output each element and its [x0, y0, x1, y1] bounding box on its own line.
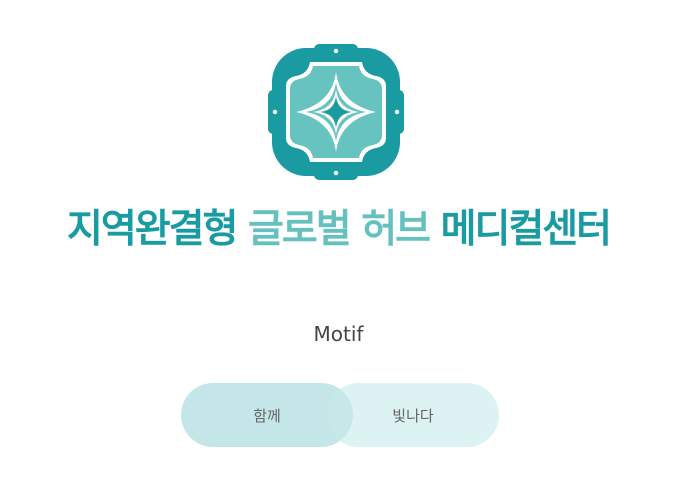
- headline-part-2: 글로벌: [248, 207, 352, 252]
- pill-together-label: 함께: [253, 406, 281, 425]
- medical-center-emblem-icon: [268, 44, 404, 180]
- motif-caption: Motif: [313, 322, 364, 346]
- headline-part-3: 허브: [361, 207, 431, 252]
- pill-shine: 빛나다: [327, 383, 499, 447]
- pill-shine-label: 빛나다: [392, 406, 434, 425]
- headline-part-4: 메디컬센터: [440, 207, 612, 252]
- headline: 지역완결형 글로벌 허브 메디컬센터: [0, 200, 677, 260]
- headline-part-1: 지역완결형: [67, 207, 238, 252]
